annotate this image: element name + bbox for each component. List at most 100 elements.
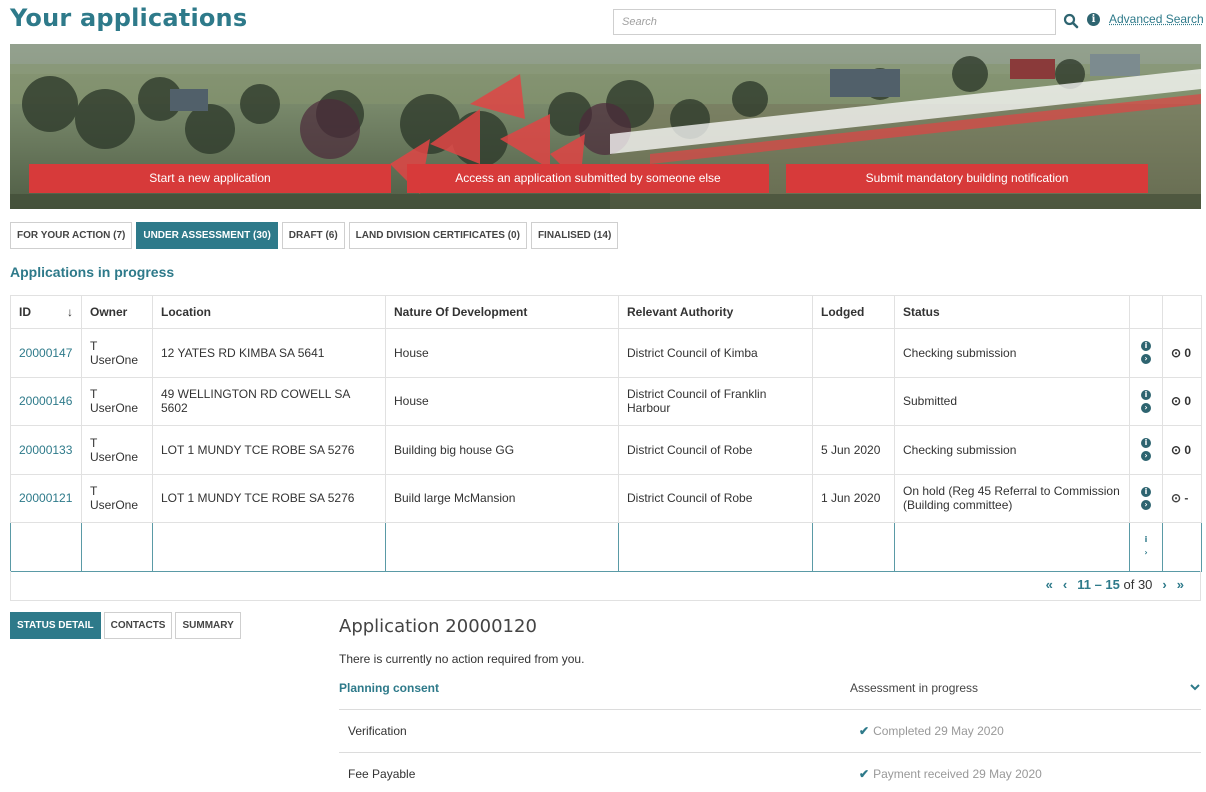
planning-consent-row[interactable]: Planning consent Assessment in progress bbox=[339, 673, 1201, 710]
application-detail-title: Application 20000120 bbox=[339, 616, 537, 637]
info-icon[interactable]: i bbox=[1087, 13, 1100, 26]
step-status: ✔ Completed 29 May 2020 bbox=[859, 724, 1004, 738]
application-id-link[interactable]: 20000133 bbox=[10, 425, 82, 475]
application-id-link[interactable]: 20000121 bbox=[10, 473, 82, 523]
authority-cell: District Council of Franklin Harbour bbox=[618, 376, 813, 426]
info-icon[interactable]: i bbox=[1141, 535, 1151, 546]
tab-finalised[interactable]: FINALISED (14) bbox=[530, 222, 619, 249]
authority-cell: District Council of Robe bbox=[618, 522, 813, 572]
detail-tabs: STATUS DETAIL CONTACTS SUMMARY bbox=[10, 612, 241, 639]
section-title: Applications in progress bbox=[10, 264, 175, 280]
column-header-lodged[interactable]: Lodged bbox=[812, 295, 895, 329]
lodged-cell bbox=[812, 328, 895, 378]
clock-counter: ⊙ 0 bbox=[1162, 425, 1202, 475]
start-application-button[interactable]: Start a new application bbox=[29, 164, 391, 193]
authority-cell: District Council of Robe bbox=[618, 473, 813, 523]
owner-name: UserOne bbox=[90, 546, 139, 561]
info-icon[interactable]: i bbox=[1141, 389, 1151, 400]
owner-name: UserOne bbox=[90, 401, 139, 416]
nature-cell: Building big house GG bbox=[385, 425, 619, 475]
planning-consent-label: Planning consent bbox=[339, 681, 440, 695]
tab-contacts[interactable]: CONTACTS bbox=[103, 612, 173, 639]
next-page-button[interactable]: › bbox=[1162, 577, 1166, 592]
application-id-link[interactable]: 20000120 bbox=[10, 522, 82, 572]
owner-initial: T bbox=[90, 338, 98, 353]
owner-name: UserOne bbox=[90, 449, 139, 464]
chevron-down-icon[interactable] bbox=[1189, 681, 1201, 693]
status-cell: Assessment in progress bbox=[894, 522, 1130, 572]
owner-cell: T UserOne bbox=[81, 425, 153, 475]
prev-page-button[interactable]: ‹ bbox=[1063, 577, 1067, 592]
nature-cell: House bbox=[385, 328, 619, 378]
page-title: Your applications bbox=[10, 4, 248, 32]
column-header-actions bbox=[1129, 295, 1163, 329]
chevron-right-icon[interactable]: › bbox=[1141, 499, 1151, 510]
clock-counter: ⊙ 72 bbox=[1162, 522, 1202, 572]
owner-initial: T bbox=[90, 532, 98, 547]
info-icon[interactable]: i bbox=[1141, 341, 1151, 352]
search-input[interactable] bbox=[614, 10, 1055, 34]
application-tabs: FOR YOUR ACTION (7) UNDER ASSESSMENT (30… bbox=[10, 222, 619, 249]
table-row[interactable]: 20000147 T UserOne 12 YATES RD KIMBA SA 5… bbox=[10, 328, 1202, 378]
row-actions: i › bbox=[1129, 376, 1163, 426]
search-field[interactable] bbox=[613, 9, 1056, 35]
column-header-nature[interactable]: Nature Of Development bbox=[385, 295, 619, 329]
action-note: There is currently no action required fr… bbox=[339, 652, 585, 666]
advanced-search-link[interactable]: Advanced Search bbox=[1109, 12, 1204, 26]
nature-cell: House bbox=[385, 376, 619, 426]
column-header-owner[interactable]: Owner bbox=[81, 295, 153, 329]
access-application-button[interactable]: Access an application submitted by someo… bbox=[407, 164, 769, 193]
table-row[interactable]: 20000133 T UserOne LOT 1 MUNDY TCE ROBE S… bbox=[10, 425, 1202, 475]
search-icon[interactable] bbox=[1063, 13, 1079, 29]
column-header-location[interactable]: Location bbox=[152, 295, 386, 329]
step-status-text: Payment received 29 May 2020 bbox=[873, 767, 1042, 781]
column-header-authority[interactable]: Relevant Authority bbox=[618, 295, 813, 329]
sort-arrow-icon[interactable]: ↓ bbox=[67, 305, 73, 319]
check-icon: ✔ bbox=[859, 724, 870, 738]
application-id-link[interactable]: 20000147 bbox=[10, 328, 82, 378]
step-row-verification: Verification ✔ Completed 29 May 2020 bbox=[339, 710, 1201, 753]
row-actions: i › bbox=[1129, 328, 1163, 378]
application-id-link[interactable]: 20000146 bbox=[10, 376, 82, 426]
table-row[interactable]: 20000146 T UserOne 49 WELLINGTON RD COWEL… bbox=[10, 376, 1202, 426]
tab-land-division-certificates[interactable]: LAND DIVISION CERTIFICATES (0) bbox=[348, 222, 527, 249]
chevron-right-icon[interactable]: › bbox=[1141, 402, 1151, 413]
last-page-button[interactable]: » bbox=[1177, 577, 1184, 592]
pagination: « ‹ 11 – 15 of 30 › » bbox=[10, 571, 1201, 601]
column-header-id[interactable]: ID ↓ bbox=[10, 295, 82, 329]
lodged-cell: 1 Jun 2020 bbox=[812, 473, 895, 523]
tab-draft[interactable]: DRAFT (6) bbox=[281, 222, 345, 249]
step-status-text: Completed 29 May 2020 bbox=[873, 724, 1004, 738]
location-cell: LOT 1 MUNDY TCE ROBE SA 5276 bbox=[152, 425, 386, 475]
chevron-right-icon[interactable]: › bbox=[1141, 451, 1151, 462]
chevron-right-icon[interactable]: › bbox=[1141, 354, 1151, 365]
tab-under-assessment[interactable]: UNDER ASSESSMENT (30) bbox=[136, 222, 278, 249]
applications-table: ID ↓ Owner Location Nature Of Developmen… bbox=[10, 295, 1202, 572]
location-cell: LOT 130 MUNDY TCE ROBE SA 5276, LOT 130 … bbox=[152, 522, 386, 572]
tab-for-your-action[interactable]: FOR YOUR ACTION (7) bbox=[10, 222, 133, 249]
chevron-right-icon[interactable]: › bbox=[1141, 548, 1151, 559]
clock-counter: ⊙ 0 bbox=[1162, 376, 1202, 426]
row-actions: i › bbox=[1129, 522, 1163, 572]
table-row-selected[interactable]: 20000120 T UserOne LOT 130 MUNDY TCE ROBE… bbox=[10, 522, 1202, 572]
lodged-cell: 5 Jun 2020 bbox=[812, 425, 895, 475]
column-header-label: ID bbox=[19, 305, 31, 319]
owner-cell: T UserOne bbox=[81, 473, 153, 523]
step-label: Fee Payable bbox=[348, 767, 416, 781]
table-row[interactable]: 20000121 T UserOne LOT 1 MUNDY TCE ROBE S… bbox=[10, 473, 1202, 523]
location-cell: 49 WELLINGTON RD COWELL SA 5602 bbox=[152, 376, 386, 426]
info-icon[interactable]: i bbox=[1141, 438, 1151, 449]
first-page-button[interactable]: « bbox=[1046, 577, 1053, 592]
column-header-status[interactable]: Status bbox=[894, 295, 1130, 329]
page-total: of 30 bbox=[1123, 577, 1153, 592]
info-icon[interactable]: i bbox=[1141, 486, 1151, 497]
tab-summary[interactable]: SUMMARY bbox=[175, 612, 241, 639]
submit-building-notification-button[interactable]: Submit mandatory building notification bbox=[786, 164, 1148, 193]
hero-banner: Start a new application Access an applic… bbox=[10, 44, 1201, 209]
owner-cell: T UserOne bbox=[81, 328, 153, 378]
location-cell: 12 YATES RD KIMBA SA 5641 bbox=[152, 328, 386, 378]
clock-counter: ⊙ - bbox=[1162, 473, 1202, 523]
tab-status-detail[interactable]: STATUS DETAIL bbox=[10, 612, 101, 639]
page-range: 11 – 15 of 30 bbox=[1077, 577, 1152, 592]
clock-value: 72 bbox=[1171, 545, 1185, 560]
